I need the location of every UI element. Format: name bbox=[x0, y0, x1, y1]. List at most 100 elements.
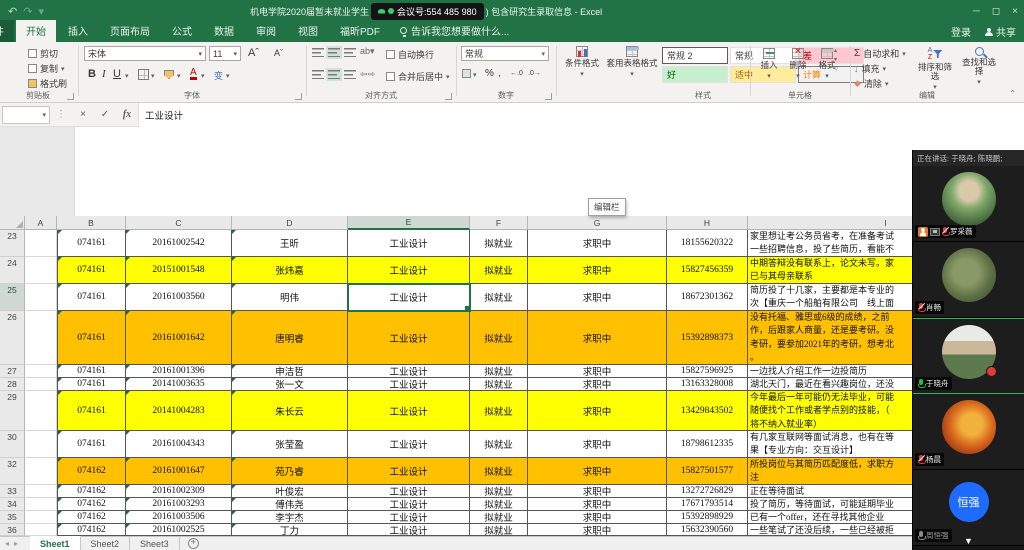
italic-button[interactable]: I bbox=[102, 68, 106, 80]
column-header-A[interactable]: A bbox=[25, 216, 57, 230]
cell-A34[interactable] bbox=[25, 498, 57, 511]
cell-H27[interactable]: 15827596925 bbox=[667, 365, 748, 378]
scroll-down-indicator[interactable]: ▼ bbox=[964, 536, 973, 546]
restore-icon[interactable]: ◻ bbox=[992, 6, 1000, 17]
cell-A25[interactable] bbox=[25, 284, 57, 311]
number-format-select[interactable]: 常规▾ bbox=[461, 46, 549, 61]
cell-G24[interactable]: 求职中 bbox=[528, 257, 667, 284]
ribbon-tab-页面布局[interactable]: 页面布局 bbox=[100, 20, 160, 42]
cell-A29[interactable] bbox=[25, 391, 57, 431]
bold-button[interactable]: B bbox=[88, 68, 96, 80]
cell-F35[interactable]: 拟就业 bbox=[470, 511, 528, 524]
cell-G36[interactable]: 求职中 bbox=[528, 524, 667, 536]
cut-button[interactable]: 剪切 bbox=[28, 46, 58, 61]
cell-H25[interactable]: 18672301362 bbox=[667, 284, 748, 311]
insert-function-icon[interactable]: fx bbox=[116, 109, 138, 120]
cell-D29[interactable]: 朱长云 bbox=[232, 391, 348, 431]
conditional-formatting-button[interactable]: 条件格式▾ bbox=[560, 46, 604, 79]
phonetic-guide-button[interactable]: 变 bbox=[214, 69, 223, 82]
font-size-select[interactable]: 11▾ bbox=[209, 46, 241, 61]
minimize-icon[interactable]: ─ bbox=[973, 6, 980, 17]
column-header-D[interactable]: D bbox=[232, 216, 348, 230]
cell-H24[interactable]: 15827456359 bbox=[667, 257, 748, 284]
close-icon[interactable]: × bbox=[1012, 6, 1018, 17]
row-header-35[interactable]: 35 bbox=[0, 511, 25, 524]
cell-C27[interactable]: 20161001396 bbox=[126, 365, 232, 378]
cell-H23[interactable]: 18155620322 bbox=[667, 230, 748, 257]
formula-input[interactable]: 工业设计 bbox=[138, 103, 1024, 127]
ribbon-tab-视图[interactable]: 视图 bbox=[288, 20, 328, 42]
select-all-corner[interactable] bbox=[0, 216, 25, 230]
row-header-23[interactable]: 23 bbox=[0, 230, 25, 257]
format-as-table-button[interactable]: 套用表格格式▾ bbox=[606, 46, 658, 79]
cell-H29[interactable]: 13429843502 bbox=[667, 391, 748, 431]
cell-G30[interactable]: 求职中 bbox=[528, 431, 667, 458]
cell-B28[interactable]: 074161 bbox=[57, 378, 126, 391]
copy-button[interactable]: 复制▾ bbox=[28, 61, 65, 76]
row-header-28[interactable]: 28 bbox=[0, 378, 25, 391]
ribbon-tab-数据[interactable]: 数据 bbox=[204, 20, 244, 42]
alignment-dialog-launcher[interactable] bbox=[445, 93, 452, 100]
cell-style-好[interactable]: 好 bbox=[662, 66, 728, 83]
cell-E29[interactable]: 工业设计 bbox=[348, 391, 470, 431]
fill-color-icon[interactable] bbox=[164, 70, 174, 79]
ribbon-tab-插入[interactable]: 插入 bbox=[58, 20, 98, 42]
cell-H26[interactable]: 15392898373 bbox=[667, 311, 748, 365]
font-color-icon[interactable]: A bbox=[190, 68, 197, 80]
cell-C30[interactable]: 20161004343 bbox=[126, 431, 232, 458]
cell-G26[interactable]: 求职中 bbox=[528, 311, 667, 365]
grow-font-button[interactable]: Aˆ bbox=[248, 47, 259, 59]
cell-E24[interactable]: 工业设计 bbox=[348, 257, 470, 284]
format-painter-button[interactable]: 格式刷 bbox=[28, 76, 67, 91]
cell-A27[interactable] bbox=[25, 365, 57, 378]
tell-me-box[interactable]: 告诉我您想要做什么... bbox=[392, 20, 517, 42]
cell-H34[interactable]: 17671793514 bbox=[667, 498, 748, 511]
column-header-B[interactable]: B bbox=[57, 216, 126, 230]
row-header-34[interactable]: 34 bbox=[0, 498, 25, 511]
sheet-tab-Sheet3[interactable]: Sheet3 bbox=[130, 537, 180, 550]
cell-B35[interactable]: 074162 bbox=[57, 511, 126, 524]
cell-G35[interactable]: 求职中 bbox=[528, 511, 667, 524]
align-right-icon[interactable] bbox=[344, 70, 356, 79]
row-header-26[interactable]: 26 bbox=[0, 311, 25, 365]
cell-C34[interactable]: 20161003293 bbox=[126, 498, 232, 511]
cell-G25[interactable]: 求职中 bbox=[528, 284, 667, 311]
enter-entry-icon[interactable]: ✓ bbox=[94, 109, 116, 120]
row-header-30[interactable]: 30 bbox=[0, 431, 25, 458]
login-button[interactable]: 登录 bbox=[951, 24, 971, 39]
cell-E27[interactable]: 工业设计 bbox=[348, 365, 470, 378]
cell-B26[interactable]: 074161 bbox=[57, 311, 126, 365]
cell-B24[interactable]: 074161 bbox=[57, 257, 126, 284]
row-header-33[interactable]: 33 bbox=[0, 485, 25, 498]
undo-icon[interactable]: ↶ bbox=[8, 5, 17, 18]
collapse-ribbon-icon[interactable]: ⌃ bbox=[1009, 89, 1016, 98]
accounting-format-icon[interactable] bbox=[462, 69, 471, 78]
ribbon-tab-公式[interactable]: 公式 bbox=[162, 20, 202, 42]
participant-tile-于晓舟[interactable]: 于晓舟 bbox=[913, 318, 1024, 394]
column-header-C[interactable]: C bbox=[126, 216, 232, 230]
cell-C33[interactable]: 20161002309 bbox=[126, 485, 232, 498]
cell-A23[interactable] bbox=[25, 230, 57, 257]
cell-B27[interactable]: 074161 bbox=[57, 365, 126, 378]
cell-B30[interactable]: 074161 bbox=[57, 431, 126, 458]
cell-C24[interactable]: 20151001548 bbox=[126, 257, 232, 284]
cell-D25[interactable]: 明伟 bbox=[232, 284, 348, 311]
cell-F28[interactable]: 拟就业 bbox=[470, 378, 528, 391]
cell-D28[interactable]: 张一文 bbox=[232, 378, 348, 391]
row-header-36[interactable]: 36 bbox=[0, 524, 25, 536]
format-cells-button[interactable]: 格式▾ bbox=[814, 48, 840, 81]
ribbon-tab-开始[interactable]: 开始 bbox=[16, 20, 56, 42]
cell-C25[interactable]: 20161003560 bbox=[126, 284, 232, 311]
merge-center-button[interactable]: 合并后居中▾ bbox=[386, 69, 450, 84]
cell-H32[interactable]: 15827501577 bbox=[667, 458, 748, 485]
cell-F25[interactable]: 拟就业 bbox=[470, 284, 528, 311]
cell-B33[interactable]: 074162 bbox=[57, 485, 126, 498]
sheet-nav-arrows[interactable]: ◂▸ bbox=[0, 537, 30, 550]
cell-E26[interactable]: 工业设计 bbox=[348, 311, 470, 365]
cell-E32[interactable]: 工业设计 bbox=[348, 458, 470, 485]
fill-button[interactable]: ↓填充▾ bbox=[854, 61, 886, 76]
cell-A35[interactable] bbox=[25, 511, 57, 524]
cell-B29[interactable]: 074161 bbox=[57, 391, 126, 431]
cell-B36[interactable]: 074162 bbox=[57, 524, 126, 536]
sheet-tab-Sheet2[interactable]: Sheet2 bbox=[81, 537, 131, 550]
